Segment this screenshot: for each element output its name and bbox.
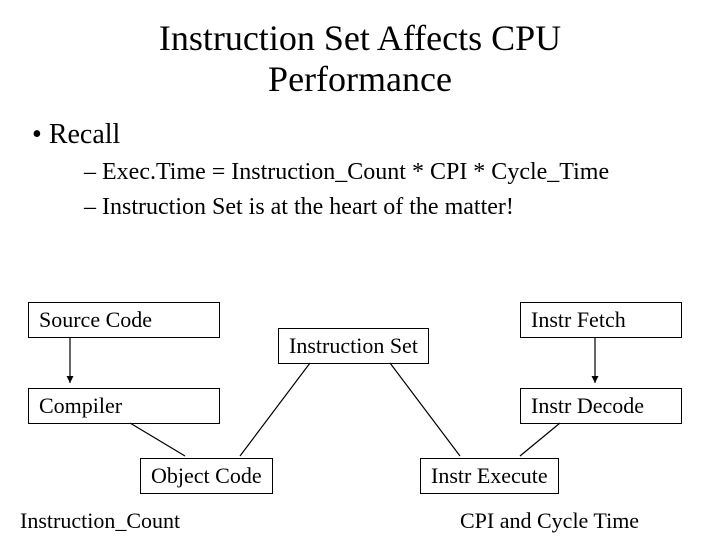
diagram-connectors [0, 18, 720, 558]
